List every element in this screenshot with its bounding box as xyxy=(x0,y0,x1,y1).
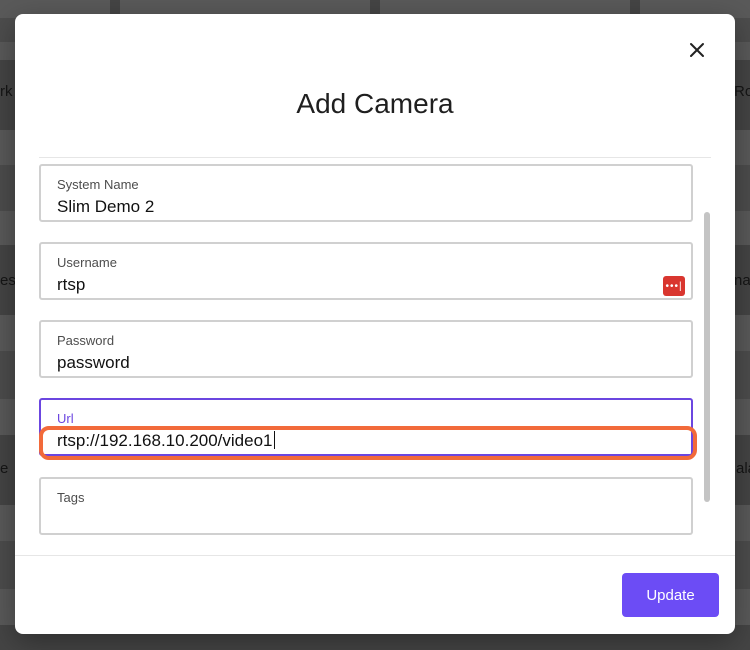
url-text: rtsp://192.168.10.200/video1 xyxy=(57,431,273,450)
close-icon[interactable] xyxy=(687,40,707,60)
password-manager-icon[interactable]: •••| xyxy=(663,276,685,296)
scrollbar[interactable] xyxy=(702,157,712,553)
text-caret xyxy=(273,431,275,449)
update-button[interactable]: Update xyxy=(622,573,719,617)
system-name-field[interactable]: System Name Slim Demo 2 xyxy=(39,164,693,222)
field-label: Password xyxy=(57,333,115,348)
field-label: Username xyxy=(57,255,117,270)
field-value: rtsp://192.168.10.200/video1 xyxy=(57,431,275,451)
password-field[interactable]: Password password xyxy=(39,320,693,378)
form-scroll-area: System Name Slim Demo 2 Username rtsp ••… xyxy=(39,157,711,554)
field-label: System Name xyxy=(57,177,139,192)
field-value: password xyxy=(57,353,130,372)
url-field[interactable]: Url rtsp://192.168.10.200/video1 xyxy=(39,398,693,456)
field-value: Slim Demo 2 xyxy=(57,197,155,216)
field-label: Tags xyxy=(57,490,85,505)
username-field[interactable]: Username rtsp •••| xyxy=(39,242,693,300)
field-label: Url xyxy=(57,411,74,426)
dialog-title: Add Camera xyxy=(296,88,454,119)
add-camera-dialog: Add Camera System Name Slim Demo 2 Usern… xyxy=(15,14,735,634)
tags-field[interactable]: Tags xyxy=(39,477,693,535)
scrollbar-thumb[interactable] xyxy=(704,212,710,502)
field-value: rtsp xyxy=(57,275,86,294)
